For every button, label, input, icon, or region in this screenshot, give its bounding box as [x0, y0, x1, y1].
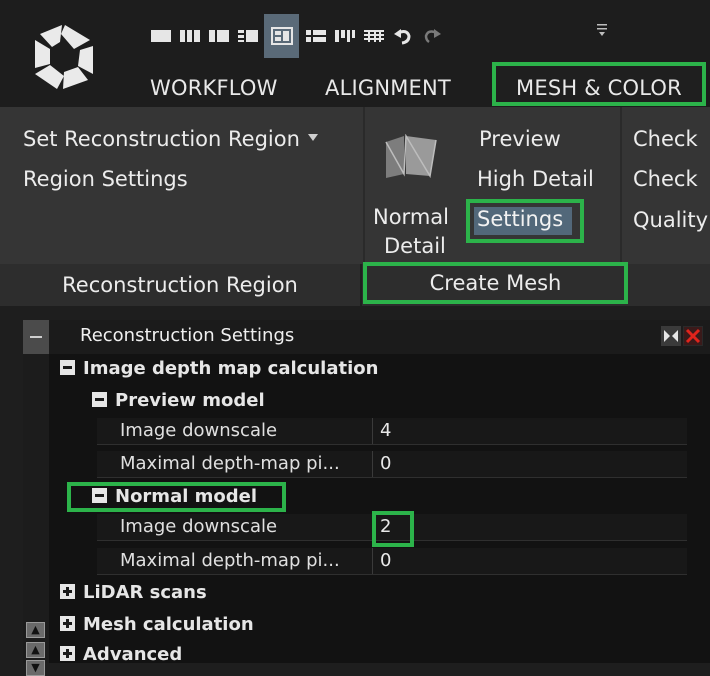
scroll-down-icon[interactable]: ▼ [26, 660, 45, 676]
chevron-down-icon [307, 133, 318, 141]
redo-icon[interactable] [421, 25, 443, 47]
layout-5-icon[interactable] [264, 14, 299, 58]
prop-row[interactable]: Maximal depth-map pi... 0 [97, 548, 687, 575]
undo-icon[interactable] [392, 25, 414, 47]
normal-model-highlight [67, 482, 286, 512]
layout-7-icon[interactable] [334, 25, 356, 47]
prop-value[interactable]: 4 [380, 418, 391, 444]
collapse-icon[interactable] [60, 359, 75, 375]
region-settings-button[interactable]: Region Settings [23, 167, 188, 191]
expand-icon[interactable] [60, 615, 75, 631]
prop-row[interactable]: Image downscale 4 [97, 418, 687, 445]
prop-value[interactable]: 0 [380, 451, 391, 477]
prop-name: Maximal depth-map pi... [120, 548, 373, 574]
ribbon-group-bar: Reconstruction Region Create Mesh [0, 262, 710, 306]
tab-mesh-color[interactable]: MESH & COLOR [492, 62, 706, 106]
ribbon-separator [620, 107, 622, 264]
group-empty [630, 264, 710, 306]
layout-8-icon[interactable] [363, 25, 385, 47]
maximize-icon[interactable] [661, 326, 681, 346]
prop-value[interactable]: 0 [380, 548, 391, 574]
normal-detail-label-2[interactable]: Detail [384, 234, 446, 258]
settings-label: Settings [477, 207, 564, 231]
set-region-dropdown[interactable]: Set Reconstruction Region [23, 127, 318, 151]
set-region-label: Set Reconstruction Region [23, 127, 300, 151]
prop-name: Maximal depth-map pi... [120, 451, 373, 477]
mesh-icon [385, 134, 437, 179]
panel-header: Reconstruction Settings [23, 320, 710, 354]
layout-4-icon[interactable] [237, 25, 259, 47]
tree-label: Preview model [115, 390, 265, 411]
normal-detail-label-1[interactable]: Normal [373, 205, 449, 229]
quality-button[interactable]: Quality [633, 208, 708, 232]
tree-label: LiDAR scans [83, 582, 207, 603]
tree-preview-model[interactable]: Preview model [92, 388, 265, 413]
group-create-mesh: Create Mesh [363, 262, 628, 304]
top-bar: WORKFLOW ALIGNMENT MESH & COLOR [0, 0, 710, 107]
aperture-logo-icon [35, 25, 93, 89]
expand-icon[interactable] [60, 583, 75, 599]
tree-label: Image depth map calculation [83, 358, 379, 379]
image-downscale-highlight [372, 511, 414, 547]
check-button-1[interactable]: Check [633, 127, 698, 151]
tab-workflow[interactable]: WORKFLOW [150, 68, 278, 108]
close-icon[interactable] [683, 326, 703, 346]
layout-3-icon[interactable] [208, 25, 230, 47]
settings-button[interactable]: Settings [466, 199, 584, 243]
tree-lidar[interactable]: LiDAR scans [60, 580, 207, 605]
layout-2-icon[interactable] [179, 25, 201, 47]
prop-row[interactable]: Maximal depth-map pi... 0 [97, 451, 687, 478]
tree-mesh-calc[interactable]: Mesh calculation [60, 612, 254, 637]
scroll-top-icon[interactable]: ▲ [26, 642, 45, 658]
tab-alignment[interactable]: ALIGNMENT [325, 68, 451, 108]
prop-name: Image downscale [120, 514, 373, 540]
tree-image-depth[interactable]: Image depth map calculation [60, 356, 378, 381]
group-reconstruction-region: Reconstruction Region [0, 264, 362, 306]
check-button-2[interactable]: Check [633, 167, 698, 191]
scroll-up-icon[interactable]: ▲ [26, 622, 45, 638]
high-detail-button[interactable]: High Detail [477, 167, 594, 191]
layout-1-icon[interactable] [150, 25, 172, 47]
panel-title: Reconstruction Settings [80, 325, 295, 346]
collapse-icon[interactable] [92, 391, 107, 407]
panel-left-strip: ▲ ▲ ▼ [23, 354, 49, 676]
layout-toolbar [150, 14, 450, 58]
layout-6-icon[interactable] [305, 25, 327, 47]
collapse-panel-button[interactable] [23, 320, 49, 354]
tree-advanced[interactable]: Advanced [60, 642, 182, 667]
prop-name: Image downscale [120, 418, 373, 444]
tree-label: Advanced [83, 644, 183, 665]
ribbon-separator [363, 107, 365, 264]
expand-icon[interactable] [60, 645, 75, 661]
more-menu-icon[interactable] [596, 22, 608, 38]
preview-button[interactable]: Preview [479, 127, 561, 151]
tree-label: Mesh calculation [83, 614, 254, 635]
